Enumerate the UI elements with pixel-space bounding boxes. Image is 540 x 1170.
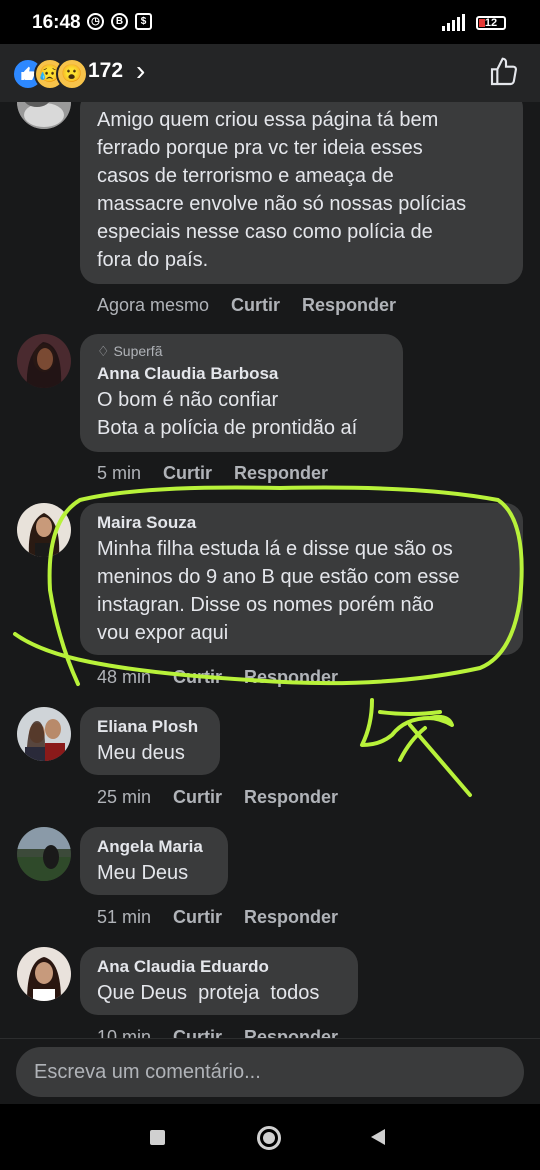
avatar[interactable] [17,827,71,881]
reply-link[interactable]: Responder [302,295,396,315]
reactions-header: 😥 😮 172 › [0,44,540,102]
superfan-badge: ♢ Superfã [97,342,386,360]
reply-link[interactable]: Responder [244,667,338,687]
status-time: 16:48 [32,12,81,33]
comment-time: 51 min [97,907,152,927]
comment-line: casos de terrorismo e ameaça de [97,165,394,187]
comment-text: Meu Deus [97,862,189,884]
comment-line: Bota a polícia de prontidão aí [97,417,358,439]
diamond-icon: ♢ [97,343,110,359]
comment-time: 5 min [97,463,142,483]
comment-line: fora do país. [97,249,209,271]
chevron-right-icon[interactable]: › [136,55,145,87]
comment-text: Que Deus proteja todos [97,982,320,1004]
like-link[interactable]: Curtir [173,907,222,927]
reply-link[interactable]: Responder [244,787,338,807]
comment-composer [0,1038,540,1105]
comment-text: Meu deus [97,742,185,764]
reaction-count[interactable]: 172 [88,59,123,83]
thumbs-up-icon[interactable] [488,56,520,88]
comment-actions: Agora mesmo Curtir Responder [97,295,418,316]
comment-text: Amigo quem criou essa página tá bem ferr… [97,106,506,274]
commenter-name[interactable]: Anna Claudia Barbosa [97,362,386,386]
back-button[interactable] [371,1129,385,1145]
comment-bubble[interactable]: Maira Souza Minha filha estuda lá e diss… [80,503,523,655]
comment-actions: 48 min Curtir Responder [97,667,360,688]
comment-line: ferrado porque pra vc ter ideia esses [97,137,423,159]
comment-bubble[interactable]: Ana Claudia Eduardo Que Deus proteja tod… [80,947,358,1015]
comment-input[interactable] [16,1047,524,1097]
comment-line: especiais nesse caso como polícia de [97,221,433,243]
reaction-summary[interactable]: 😥 😮 [12,58,92,90]
comment-line: instagran. Disse os nomes porém não [97,594,434,616]
comment-line: vou expor aqui [97,622,229,644]
b-app-icon: B [111,13,128,30]
recents-button[interactable] [150,1130,165,1145]
comment-text: Minha filha estuda lá e disse que são os… [97,535,506,647]
comment-line: Minha filha estuda lá e disse que são os [97,538,453,560]
comment-actions: 51 min Curtir Responder [97,907,360,928]
wow-reaction-icon: 😮 [56,58,88,90]
comment-bubble[interactable]: Amigo quem criou essa página tá bem ferr… [80,102,523,284]
like-link[interactable]: Curtir [173,787,222,807]
reply-link[interactable]: Responder [244,907,338,927]
alarm-icon: ◷ [87,13,104,30]
system-nav-bar [0,1104,540,1170]
avatar[interactable] [17,102,71,129]
comment-time: 48 min [97,667,152,687]
commenter-name[interactable]: Maira Souza [97,511,506,535]
comment-line: Amigo quem criou essa página tá bem [97,109,439,131]
comment-time: 25 min [97,787,152,807]
comment-bubble[interactable]: Eliana Plosh Meu deus [80,707,220,775]
home-button[interactable] [257,1126,281,1150]
like-link[interactable]: Curtir [163,463,212,483]
comment-bubble[interactable]: Angela Maria Meu Deus [80,827,228,895]
signal-icon [442,14,465,31]
battery-icon: 12 [476,16,506,30]
commenter-name[interactable]: Ana Claudia Eduardo [97,955,341,979]
comment-actions: 5 min Curtir Responder [97,463,350,484]
avatar[interactable] [17,503,71,557]
comment-bubble[interactable]: ♢ Superfã Anna Claudia Barbosa O bom é n… [80,334,403,452]
commenter-name[interactable]: Eliana Plosh [97,715,203,739]
avatar[interactable] [17,334,71,388]
avatar[interactable] [17,947,71,1001]
badge-label: Superfã [113,343,163,359]
reply-link[interactable]: Responder [234,463,328,483]
status-bar: 16:48 ◷ B $ 12 [0,0,540,44]
like-link[interactable]: Curtir [173,667,222,687]
comment-actions: 25 min Curtir Responder [97,787,360,808]
like-link[interactable]: Curtir [231,295,280,315]
comment-text: O bom é não confiar Bota a polícia de pr… [97,386,386,442]
commenter-name[interactable]: Angela Maria [97,835,211,859]
comment-time: Agora mesmo [97,295,210,315]
comments-feed[interactable]: Amigo quem criou essa página tá bem ferr… [0,102,540,1042]
comment-line: meninos do 9 ano B que estão com esse [97,566,460,588]
comment-line: O bom é não confiar [97,389,279,411]
comment-line: massacre envolve não só nossas polícias [97,193,467,215]
dollar-app-icon: $ [135,13,152,30]
avatar[interactable] [17,707,71,761]
battery-level: 12 [484,17,498,29]
